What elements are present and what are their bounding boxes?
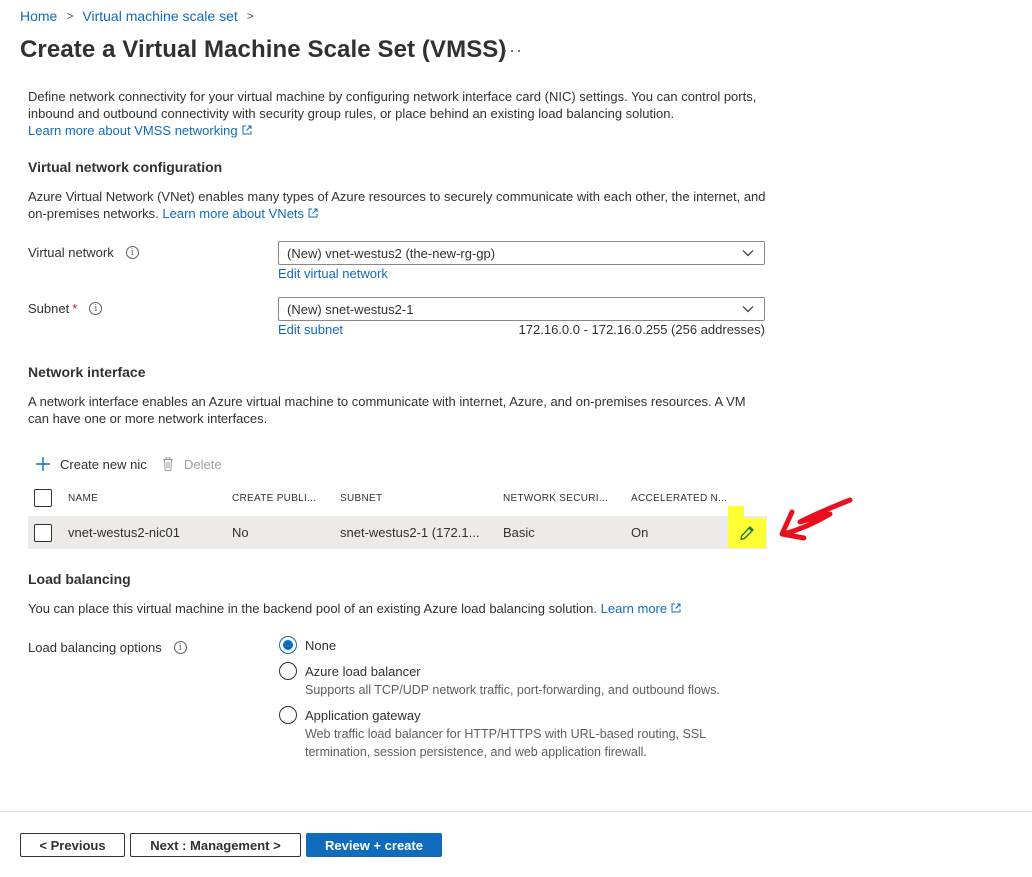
column-header-accelerated-networking[interactable]: ACCELERATED N... <box>631 493 727 504</box>
row-checkbox[interactable] <box>34 524 52 542</box>
footer-divider <box>0 811 1032 812</box>
column-header-name[interactable]: NAME <box>68 493 98 504</box>
virtual-network-label: Virtual network i <box>28 245 139 260</box>
public-ip-cell: No <box>232 525 249 540</box>
radio-app-gateway-desc-2: termination, session persistence, and we… <box>305 745 647 759</box>
nic-section-text: A network interface enables an Azure vir… <box>28 394 746 426</box>
radio-azure-lb-desc: Supports all TCP/UDP network traffic, po… <box>305 683 720 697</box>
chevron-right-icon: > <box>246 9 254 23</box>
accelerated-networking-cell: On <box>631 525 649 540</box>
previous-button[interactable]: < Previous <box>20 833 125 857</box>
learn-more-vmss-link[interactable]: Learn more about VMSS networking <box>28 123 252 138</box>
external-link-icon <box>308 208 318 218</box>
edit-virtual-network-link[interactable]: Edit virtual network <box>278 266 388 281</box>
lb-section-heading: Load balancing <box>28 571 131 587</box>
intro-text: Define network connectivity for your vir… <box>28 88 768 139</box>
breadcrumb: Home > Virtual machine scale set > <box>20 8 263 24</box>
subnet-cell: snet-westus2-1 (172.1... <box>340 525 480 540</box>
radio-application-gateway[interactable] <box>279 706 297 724</box>
chevron-down-icon <box>742 306 754 313</box>
external-link-icon <box>671 603 681 613</box>
pencil-icon <box>740 526 754 541</box>
radio-app-gateway-desc-1: Web traffic load balancer for HTTP/HTTPS… <box>305 727 707 741</box>
external-link-icon <box>242 125 252 135</box>
annotation-arrow-icon <box>779 497 853 541</box>
radio-none-label[interactable]: None <box>305 638 336 653</box>
delete-button[interactable]: Delete <box>160 456 222 472</box>
more-options-button[interactable]: ··· <box>502 40 523 61</box>
breadcrumb-home-link[interactable]: Home <box>20 8 57 24</box>
highlight-mark <box>728 506 744 518</box>
subnet-address-range: 172.16.0.0 - 172.16.0.255 (256 addresses… <box>518 322 765 337</box>
learn-more-lb-link[interactable]: Learn more <box>601 601 681 616</box>
column-header-create-public-ip[interactable]: CREATE PUBLI... <box>232 493 316 504</box>
nic-section-heading: Network interface <box>28 364 146 380</box>
radio-none[interactable] <box>279 636 297 654</box>
radio-azure-load-balancer[interactable] <box>279 662 297 680</box>
chevron-right-icon: > <box>66 9 74 23</box>
edit-subnet-link[interactable]: Edit subnet <box>278 322 343 337</box>
nsg-cell: Basic <box>503 525 535 540</box>
vnet-section-text: Azure Virtual Network (VNet) enables man… <box>28 189 766 221</box>
select-all-checkbox[interactable] <box>34 489 52 507</box>
chevron-down-icon <box>742 250 754 257</box>
subnet-dropdown[interactable]: (New) snet-westus2-1 <box>278 297 765 321</box>
vnet-section-heading: Virtual network configuration <box>28 159 223 175</box>
breadcrumb-vmss-link[interactable]: Virtual machine scale set <box>82 8 237 24</box>
lb-section-text: You can place this virtual machine in th… <box>28 600 768 617</box>
info-icon[interactable]: i <box>173 641 187 654</box>
virtual-network-dropdown[interactable]: (New) vnet-westus2 (the-new-rg-gp) <box>278 241 765 265</box>
review-create-button[interactable]: Review + create <box>306 833 442 857</box>
lb-options-label: Load balancing options i <box>28 640 187 655</box>
next-management-button[interactable]: Next : Management > <box>130 833 301 857</box>
column-header-subnet[interactable]: SUBNET <box>340 493 382 504</box>
column-header-network-security[interactable]: NETWORK SECURI... <box>503 493 608 504</box>
plus-icon <box>36 457 50 471</box>
page-title: Create a Virtual Machine Scale Set (VMSS… <box>20 36 507 63</box>
info-icon[interactable]: i <box>125 246 139 259</box>
intro-description: Define network connectivity for your vir… <box>28 89 757 121</box>
radio-azure-lb-label[interactable]: Azure load balancer <box>305 664 421 679</box>
nic-name-cell: vnet-westus2-nic01 <box>68 525 180 540</box>
edit-nic-button[interactable] <box>728 518 766 548</box>
subnet-label: Subnet * i <box>28 301 103 316</box>
create-new-nic-button[interactable]: Create new nic <box>35 456 147 472</box>
info-icon[interactable]: i <box>89 302 103 315</box>
learn-more-vnets-link[interactable]: Learn more about VNets <box>162 206 318 221</box>
trash-icon <box>163 457 173 471</box>
radio-app-gateway-label[interactable]: Application gateway <box>305 708 421 723</box>
